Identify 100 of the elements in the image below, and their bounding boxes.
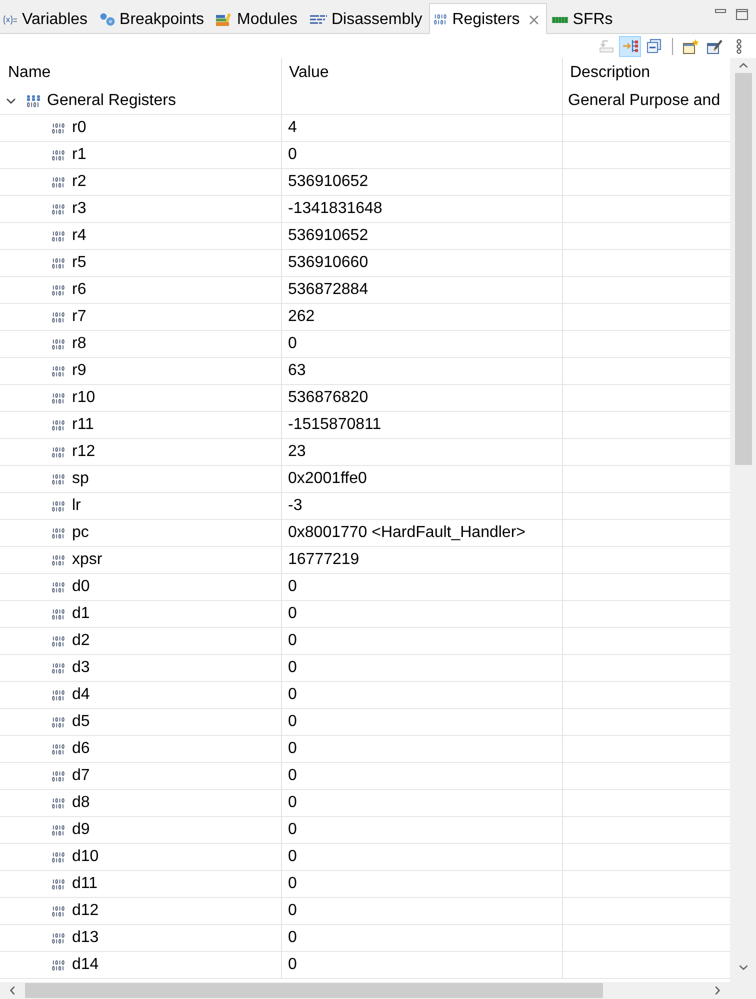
binary-icon: [52, 852, 65, 862]
register-value: 4: [282, 115, 563, 141]
register-name[interactable]: pc: [72, 524, 89, 542]
scrollbar-thumb[interactable]: [25, 983, 603, 998]
binary-icon: [52, 960, 65, 970]
binary-icon: [52, 122, 65, 134]
register-value: 63: [282, 358, 563, 384]
window-star-icon: [683, 38, 699, 54]
register-value: 536910652: [282, 169, 563, 195]
scroll-left-icon[interactable]: [10, 986, 15, 995]
binary-icon: [52, 176, 65, 188]
collapse-all-icon: [647, 39, 661, 53]
binary-icon: [52, 204, 65, 214]
register-description: General Purpose and: [567, 91, 722, 111]
register-name[interactable]: d9: [72, 821, 90, 839]
register-value: 0: [282, 898, 563, 924]
minimize-icon[interactable]: [715, 9, 726, 13]
register-name[interactable]: r2: [72, 173, 86, 191]
register-value: 536910660: [282, 250, 563, 276]
scroll-up-icon[interactable]: [738, 63, 748, 68]
scroll-right-icon[interactable]: [715, 986, 720, 995]
register-value: -1341831648: [282, 196, 563, 222]
register-name[interactable]: d0: [72, 578, 90, 596]
register-name[interactable]: r12: [72, 443, 96, 461]
register-name[interactable]: d7: [72, 767, 90, 785]
register-name[interactable]: r6: [72, 281, 86, 299]
register-name[interactable]: r1: [72, 146, 86, 164]
binary-icon: [52, 230, 65, 242]
register-value: 0: [282, 574, 563, 600]
register-name[interactable]: d6: [72, 740, 90, 758]
chevron-down-icon[interactable]: [6, 98, 16, 104]
binary-icon: [52, 312, 65, 322]
register-name[interactable]: d11: [72, 875, 98, 893]
column-header[interactable]: Value: [282, 58, 563, 88]
binary-icon: [52, 284, 65, 296]
register-name[interactable]: r10: [72, 389, 96, 407]
register-name[interactable]: r3: [72, 200, 86, 218]
view-tab[interactable]: Modules: [211, 3, 304, 34]
binary-icon: [52, 716, 65, 728]
group-name[interactable]: General Registers: [47, 92, 176, 110]
binary-icon: [52, 392, 65, 404]
register-name[interactable]: d4: [72, 686, 90, 704]
register-name[interactable]: r11: [72, 416, 94, 434]
register-name[interactable]: d2: [72, 632, 90, 650]
horizontal-scrollbar[interactable]: [0, 982, 730, 999]
register-name[interactable]: r7: [72, 308, 86, 326]
register-name[interactable]: r5: [72, 254, 86, 272]
register-value: 0x2001ffe0: [282, 466, 563, 492]
binary-icon: [52, 338, 65, 350]
register-value: 0: [282, 142, 563, 168]
view-tab[interactable]: SFRs: [546, 3, 620, 34]
binary-icon: [52, 636, 65, 646]
register-name[interactable]: d10: [72, 848, 99, 866]
register-name[interactable]: r0: [72, 119, 86, 137]
view-tab[interactable]: Breakpoints: [94, 3, 212, 34]
binary-icon: [52, 608, 65, 620]
register-value: 536910652: [282, 223, 563, 249]
binary-icon: [52, 798, 65, 808]
binary-icon: [52, 906, 65, 916]
maximize-icon[interactable]: [736, 9, 748, 20]
view-tab[interactable]: Registers: [429, 3, 547, 34]
binary-icon: [52, 744, 65, 754]
register-name[interactable]: r9: [72, 362, 86, 380]
register-name[interactable]: d3: [72, 659, 90, 677]
window-pencil-icon: [707, 38, 723, 54]
register-value: 0: [282, 871, 563, 897]
register-name[interactable]: d1: [72, 605, 90, 623]
register-value: 0: [282, 331, 563, 357]
register-name[interactable]: xpsr: [72, 551, 102, 569]
binary-icon: [52, 824, 65, 836]
register-name[interactable]: d14: [72, 956, 99, 974]
view-tab[interactable]: Variables: [0, 3, 95, 34]
register-value: 0: [282, 790, 563, 816]
column-header[interactable]: Description: [563, 58, 730, 88]
register-name[interactable]: r4: [72, 227, 86, 245]
column-header[interactable]: Name: [0, 58, 282, 88]
binary-icon: [52, 690, 65, 700]
view-tab[interactable]: Disassembly: [304, 3, 430, 34]
two-dots-icon: [100, 13, 115, 26]
binary-icon: [52, 500, 65, 512]
register-name[interactable]: r8: [72, 335, 86, 353]
register-name[interactable]: sp: [72, 470, 89, 488]
register-name[interactable]: d12: [72, 902, 99, 920]
scroll-down-icon[interactable]: [738, 965, 748, 970]
chip-icon: [552, 16, 568, 24]
binary-icon: [52, 366, 65, 376]
vertical-scrollbar[interactable]: [730, 58, 756, 982]
binary-icon: [52, 258, 65, 268]
register-name[interactable]: lr: [72, 497, 81, 515]
layout-toggle-button[interactable]: [619, 36, 641, 56]
register-name[interactable]: d5: [72, 713, 90, 731]
binary-icon: [52, 878, 65, 890]
binary-icon: [52, 446, 65, 458]
register-value: 0: [282, 844, 563, 870]
close-icon[interactable]: [528, 14, 539, 24]
variable-icon: [2, 14, 17, 24]
scrollbar-thumb[interactable]: [734, 73, 752, 465]
register-name[interactable]: d13: [72, 929, 99, 947]
people-binary-icon: [26, 94, 41, 108]
register-name[interactable]: d8: [72, 794, 90, 812]
